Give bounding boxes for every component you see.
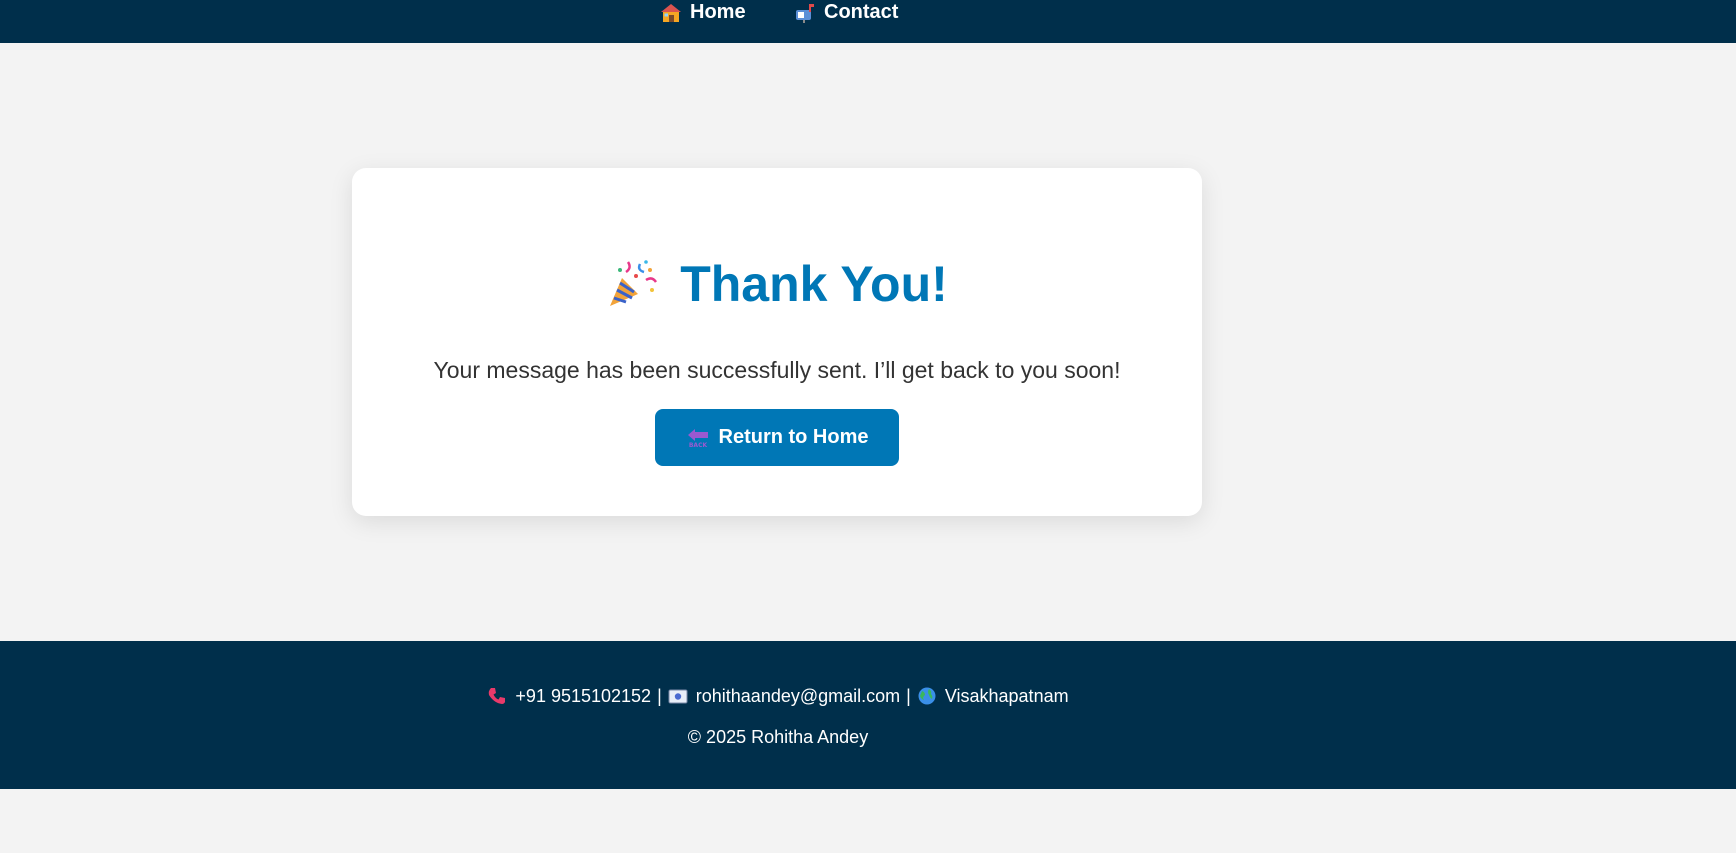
- thank-you-card: Thank You! Your message has been success…: [352, 168, 1202, 516]
- return-home-label: Return to Home: [718, 426, 869, 448]
- top-navigation: Home Contact: [0, 0, 1736, 43]
- footer-copyright: © 2025 Rohitha Andey: [687, 727, 869, 747]
- footer-separator: |: [657, 686, 662, 706]
- globe-icon: [917, 686, 937, 706]
- footer-location: Visakhapatnam: [944, 686, 1069, 706]
- footer: +91 9515102152 | rohithaandey@gmail.com …: [0, 641, 1736, 789]
- success-message: Your message has been successfully sent.…: [433, 357, 1121, 383]
- footer-phone: +91 9515102152: [515, 686, 652, 706]
- house-icon: [660, 3, 682, 23]
- phone-icon: [487, 686, 507, 706]
- back-arrow-icon: BACK: [686, 427, 710, 449]
- page-title: Thank You!: [680, 256, 948, 312]
- nav-contact-label: Contact: [824, 1, 899, 23]
- nav-contact-link[interactable]: Contact: [794, 0, 898, 25]
- nav-home-link[interactable]: Home: [660, 0, 746, 25]
- nav-home-label: Home: [690, 1, 746, 23]
- mailbox-icon: [794, 3, 816, 23]
- title-row: Thank You!: [352, 254, 1202, 314]
- return-home-button[interactable]: BACK Return to Home: [655, 409, 899, 466]
- envelope-icon: [668, 686, 688, 706]
- svg-text:BACK: BACK: [688, 442, 707, 449]
- footer-contact-line: +91 9515102152 | rohithaandey@gmail.com …: [0, 684, 1556, 708]
- party-popper-icon: [606, 258, 658, 310]
- footer-separator: |: [906, 686, 911, 706]
- footer-email[interactable]: rohithaandey@gmail.com: [696, 684, 900, 708]
